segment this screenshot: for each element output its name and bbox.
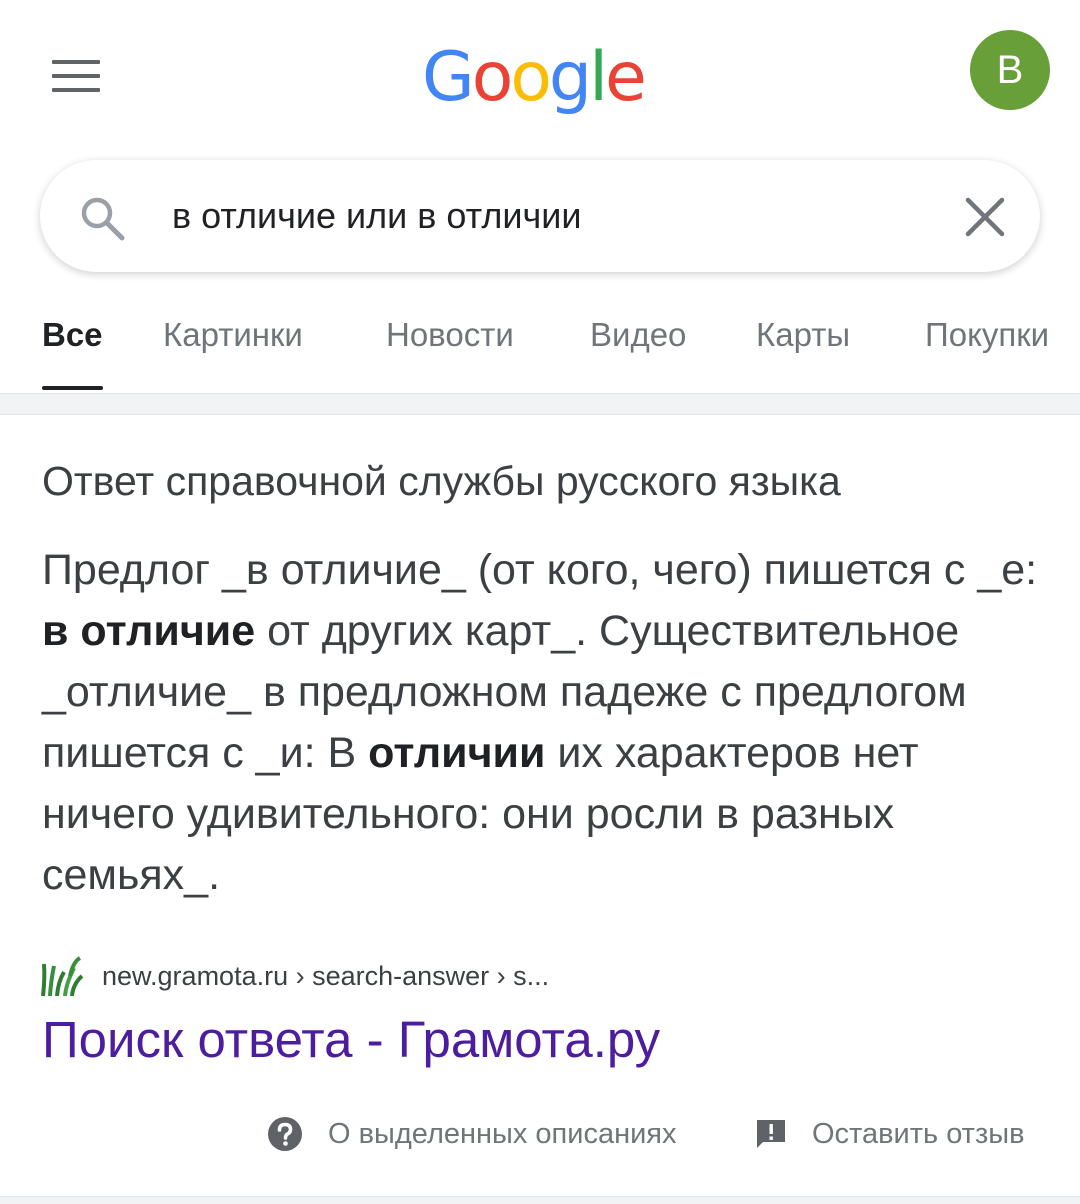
tab-shopping[interactable]: Покупки — [925, 316, 1049, 372]
hamburger-menu-icon[interactable] — [52, 58, 100, 94]
tab-video[interactable]: Видео — [590, 316, 686, 372]
section-divider — [0, 393, 1080, 415]
bottom-divider — [0, 1196, 1080, 1204]
result-title-link[interactable]: Поиск ответа - Грамота.ру — [42, 1010, 660, 1069]
gramota-favicon-icon — [41, 956, 84, 997]
leave-feedback-button[interactable]: Оставить отзыв — [754, 1112, 1025, 1156]
logo-letter: l — [589, 38, 608, 117]
logo-letter: G — [422, 38, 475, 117]
logo-letter: e — [605, 38, 647, 117]
logo-letter: o — [471, 38, 514, 117]
search-tabs: Все Картинки Новости Видео Карты Покупки — [0, 296, 1080, 392]
about-featured-snippets-button[interactable]: О выделенных описаниях — [266, 1112, 677, 1156]
tab-news[interactable]: Новости — [386, 316, 514, 372]
result-source[interactable]: new.gramota.ru › search-answer › s... — [40, 952, 549, 1000]
answer-text: Предлог _в отличие_ (от кого, чего) пише… — [42, 546, 1038, 594]
tab-images[interactable]: Картинки — [163, 316, 303, 372]
answer-highlight: отличии — [368, 729, 546, 777]
top-bar: Google В — [0, 0, 1080, 150]
leave-feedback-label: Оставить отзыв — [812, 1117, 1025, 1150]
tab-maps[interactable]: Карты — [756, 316, 850, 372]
avatar[interactable]: В — [970, 30, 1050, 110]
logo-letter: g — [548, 38, 592, 117]
logo-letter: o — [510, 38, 552, 117]
google-logo[interactable]: Google — [422, 28, 647, 128]
search-icon[interactable] — [78, 194, 126, 242]
source-url: new.gramota.ru › search-answer › s... — [102, 960, 550, 991]
close-icon[interactable] — [962, 194, 1008, 240]
tab-all[interactable]: Все — [42, 316, 103, 390]
answer-highlight: в отличие — [42, 607, 256, 655]
snippet-answer: Предлог _в отличие_ (от кого, чего) пише… — [42, 540, 1042, 906]
feedback-icon — [757, 1120, 785, 1148]
search-box[interactable]: в отличие или в отличии — [40, 160, 1040, 272]
snippet-title: Ответ справочной службы русского языка — [42, 458, 841, 504]
about-featured-snippets-label: О выделенных описаниях — [328, 1117, 677, 1150]
help-icon — [268, 1117, 302, 1151]
search-input[interactable]: в отличие или в отличии — [172, 160, 581, 272]
